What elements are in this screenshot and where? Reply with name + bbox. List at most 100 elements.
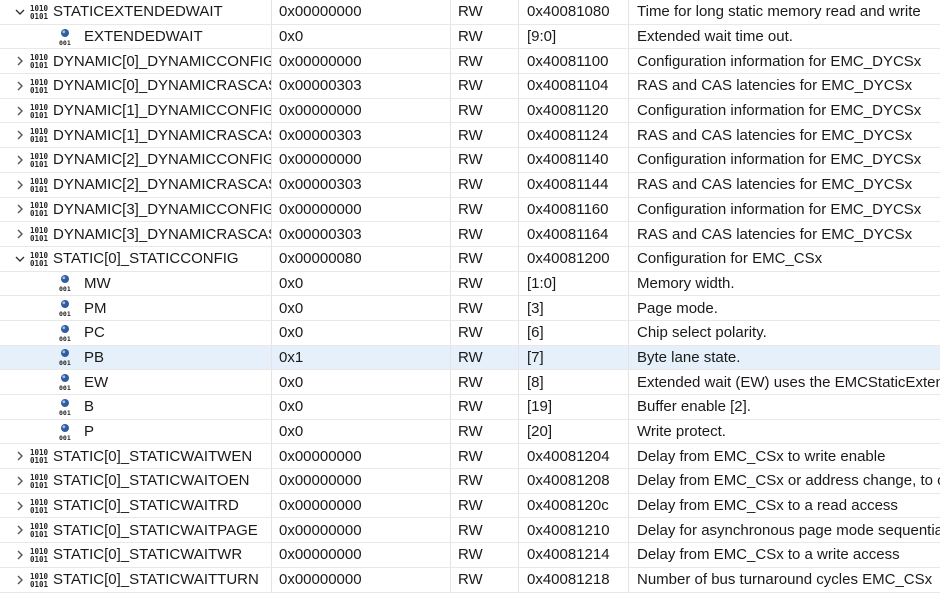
register-row[interactable]: 1010 0101 STATIC[0]_STATICWAITRD 0x00000000… [0,493,940,519]
chevron-right-icon[interactable] [13,548,27,562]
register-name: STATIC[0]_STATICWAITWEN [53,447,253,465]
field-row[interactable]: 001 MW 0x0 RW [1:0] Memory width. [0,271,940,297]
register-row[interactable]: 1010 0101 STATIC[0]_STATICWAITWEN 0x0000000… [0,444,940,470]
access-cell-text: RW [458,299,483,317]
chevron-right-icon[interactable] [13,573,27,587]
name-cell[interactable]: 1010 0101 DYNAMIC[1]_DYNAMICCONFIG [0,98,272,123]
name-cell[interactable]: 1010 0101 DYNAMIC[3]_DYNAMICRASCAS [0,222,272,246]
chevron-right-icon[interactable] [13,474,27,488]
name-cell[interactable]: 1010 0101 STATIC[0]_STATICWAITWR [0,543,272,567]
name-cell[interactable]: 1010 0101 STATIC[0]_STATICCONFIG [0,246,272,271]
value-cell[interactable]: 0x0 [272,271,451,296]
register-row[interactable]: 1010 0101 DYNAMIC[3]_DYNAMICRASCAS 0x000003… [0,222,940,247]
name-cell[interactable]: 1010 0101 STATIC[0]_STATICWAITTURN [0,567,272,592]
value-cell[interactable]: 0x00000303 [272,222,451,246]
value-cell[interactable]: 0x00000000 [272,197,451,222]
name-cell[interactable]: 001 PM [0,296,272,320]
value-cell[interactable]: 0x00000000 [272,518,451,543]
value-cell[interactable]: 0x0 [272,419,451,444]
address-cell-text: [6] [527,324,544,342]
value-cell[interactable]: 0x00000000 [272,543,451,567]
chevron-right-icon[interactable] [13,153,27,167]
register-row[interactable]: 1010 0101 STATIC[0]_STATICWAITPAGE 0x000000… [0,518,940,544]
name-cell[interactable]: 001 B [0,395,272,419]
chevron-right-icon[interactable] [13,54,27,68]
name-cell[interactable]: 1010 0101 STATIC[0]_STATICWAITRD [0,493,272,518]
register-row[interactable]: 1010 0101 DYNAMIC[1]_DYNAMICRASCAS 0x000003… [0,123,940,149]
chevron-down-icon[interactable] [13,5,27,19]
name-cell[interactable]: 1010 0101 DYNAMIC[2]_DYNAMICCONFIG [0,148,272,172]
register-row[interactable]: 1010 0101 STATIC[0]_STATICWAITOEN 0x0000000… [0,469,940,494]
name-cell[interactable]: 1010 0101 DYNAMIC[0]_DYNAMICRASCAS [0,74,272,98]
value-cell[interactable]: 0x0 [272,320,451,345]
name-cell[interactable]: 1010 0101 STATIC[0]_STATICWAITOEN [0,469,272,493]
register-row[interactable]: 1010 0101 STATIC[0]_STATICWAITTURN 0x000000… [0,567,940,593]
chevron-right-icon[interactable] [13,79,27,93]
value-cell[interactable]: 0x00000000 [272,469,451,493]
value-cell[interactable]: 0x00000000 [272,493,451,518]
name-cell[interactable]: 001 EXTENDEDWAIT [0,24,272,49]
value-cell[interactable]: 0x00000000 [272,49,451,74]
value-cell[interactable]: 0x00000000 [272,0,451,24]
field-bit-icon: 001 [57,398,73,416]
address-cell-text: 0x40081208 [527,472,610,490]
register-row[interactable]: 1010 0101 DYNAMIC[1]_DYNAMICCONFIG 0x000000… [0,98,940,124]
register-row[interactable]: 1010 0101 STATIC[0]_STATICCONFIG 0x00000080… [0,246,940,272]
chevron-right-icon[interactable] [13,523,27,537]
value-cell[interactable]: 0x0 [272,395,451,419]
register-row[interactable]: 1010 0101 DYNAMIC[3]_DYNAMICCONFIG 0x000000… [0,197,940,223]
value-cell[interactable]: 0x00000000 [272,148,451,172]
register-row[interactable]: 1010 0101 DYNAMIC[0]_DYNAMICRASCAS 0x000003… [0,74,940,99]
name-cell[interactable]: 001 PB [0,345,272,370]
name-cell[interactable]: 1010 0101 DYNAMIC[1]_DYNAMICRASCAS [0,123,272,148]
value-cell[interactable]: 0x00000000 [272,98,451,123]
value-cell[interactable]: 0x00000000 [272,567,451,592]
name-cell[interactable]: 001 P [0,419,272,444]
field-row[interactable]: 001 PB 0x1 RW [7] Byte lane state. [0,345,940,371]
field-row[interactable]: 001 PC 0x0 RW [6] Chip select polarity. [0,320,940,346]
description-cell-text: Configuration information for EMC_DYCSx [637,52,922,70]
field-row[interactable]: 001 EW 0x0 RW [8] Extended wait (EW) uses the… [0,370,940,395]
address-cell-text: 0x40081140 [527,151,609,169]
name-cell[interactable]: 1010 0101 DYNAMIC[2]_DYNAMICRASCAS [0,172,272,197]
name-cell[interactable]: 1010 0101 DYNAMIC[0]_DYNAMICCONFIG [0,49,272,74]
value-cell[interactable]: 0x00000303 [272,123,451,148]
value-cell[interactable]: 0x0 [272,370,451,394]
register-row[interactable]: 1010 0101 DYNAMIC[0]_DYNAMICCONFIG 0x000000… [0,49,940,75]
name-cell[interactable]: 1010 0101 DYNAMIC[3]_DYNAMICCONFIG [0,197,272,222]
name-cell[interactable]: 001 PC [0,320,272,345]
value-cell[interactable]: 0x1 [272,345,451,370]
field-row[interactable]: 001 P 0x0 RW [20] Write protect. [0,419,940,445]
chevron-right-icon[interactable] [13,227,27,241]
value-cell[interactable]: 0x00000080 [272,246,451,271]
chevron-right-icon[interactable] [13,178,27,192]
chevron-down-icon[interactable] [13,252,27,266]
value-cell[interactable]: 0x00000303 [272,172,451,197]
value-cell[interactable]: 0x00000303 [272,74,451,98]
field-row[interactable]: 001 PM 0x0 RW [3] Page mode. [0,296,940,321]
register-row[interactable]: 1010 0101 DYNAMIC[2]_DYNAMICRASCAS 0x000003… [0,172,940,198]
register-row[interactable]: 1010 0101 STATIC[0]_STATICWAITWR 0x00000000… [0,543,940,568]
field-row[interactable]: 001 B 0x0 RW [19] Buffer enable [2]. [0,395,940,420]
value-cell[interactable]: 0x00000000 [272,444,451,469]
access-cell: RW [451,518,519,543]
value-cell[interactable]: 0x0 [272,24,451,49]
value-cell-text: 0x00000000 [279,571,362,589]
name-cell[interactable]: 1010 0101 STATIC[0]_STATICWAITWEN [0,444,272,469]
register-row[interactable]: 1010 0101 DYNAMIC[2]_DYNAMICCONFIG 0x000000… [0,148,940,173]
chevron-right-icon[interactable] [13,128,27,142]
value-cell[interactable]: 0x0 [272,296,451,320]
name-cell[interactable]: 1010 0101 STATICEXTENDEDWAIT [0,0,272,24]
chevron-right-icon[interactable] [13,104,27,118]
access-cell: RW [451,493,519,518]
field-row[interactable]: 001 EXTENDEDWAIT 0x0 RW [9:0] Extended wait t… [0,24,940,50]
name-cell[interactable]: 001 EW [0,370,272,394]
value-cell-text: 0x00000000 [279,200,362,218]
chevron-right-icon[interactable] [13,449,27,463]
chevron-right-icon[interactable] [13,202,27,216]
address-cell: [6] [519,320,629,345]
name-cell[interactable]: 001 MW [0,271,272,296]
name-cell[interactable]: 1010 0101 STATIC[0]_STATICWAITPAGE [0,518,272,543]
chevron-right-icon[interactable] [13,499,27,513]
register-row[interactable]: 1010 0101 STATICEXTENDEDWAIT 0x00000000 RW 0x… [0,0,940,25]
